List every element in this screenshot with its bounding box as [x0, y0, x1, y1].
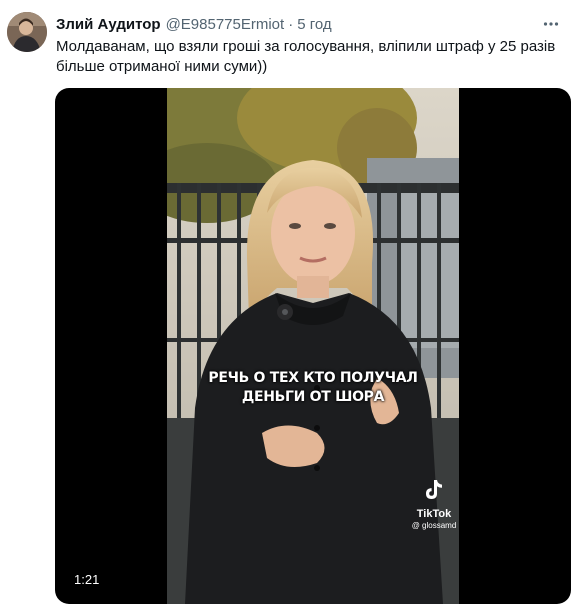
- more-icon-glyph: [543, 22, 559, 26]
- tiktok-brand: TikTok: [416, 508, 452, 520]
- tiktok-watermark: TikTok @ glossamd: [404, 478, 459, 530]
- avatar-image: [7, 12, 47, 52]
- author-handle[interactable]: @E985775Ermiot: [166, 16, 285, 33]
- video-caption-line2: ДЕНЬГИ ОТ ШОРА: [241, 389, 385, 405]
- tweet-text: Молдаванам, що взяли гроші за голосуванн…: [56, 38, 556, 75]
- tiktok-username: @ glossamd: [411, 521, 457, 530]
- tweet-timestamp[interactable]: 5 год: [297, 16, 331, 33]
- video-player[interactable]: РЕЧЬ О ТЕХ КТО ПОЛУЧАЛ ДЕНЬГИ ОТ ШОРА Ti…: [55, 88, 571, 604]
- video-duration: 1:21: [74, 572, 100, 587]
- video-caption-line1: РЕЧЬ О ТЕХ КТО ПОЛУЧАЛ: [208, 370, 418, 386]
- tweet-header: Злий Аудитор @E985775Ermiot · 5 год: [56, 13, 576, 35]
- tiktok-logo-icon: [426, 480, 442, 499]
- tweet[interactable]: Злий Аудитор @E985775Ermiot · 5 год Молд…: [0, 0, 585, 610]
- separator-dot: ·: [288, 15, 294, 33]
- avatar[interactable]: [7, 12, 47, 52]
- more-horizontal-icon[interactable]: [540, 13, 562, 35]
- video-caption: РЕЧЬ О ТЕХ КТО ПОЛУЧАЛ ДЕНЬГИ ОТ ШОРА: [167, 369, 459, 407]
- author-name[interactable]: Злий Аудитор: [56, 16, 161, 33]
- video-frame: РЕЧЬ О ТЕХ КТО ПОЛУЧАЛ ДЕНЬГИ ОТ ШОРА Ti…: [167, 88, 459, 604]
